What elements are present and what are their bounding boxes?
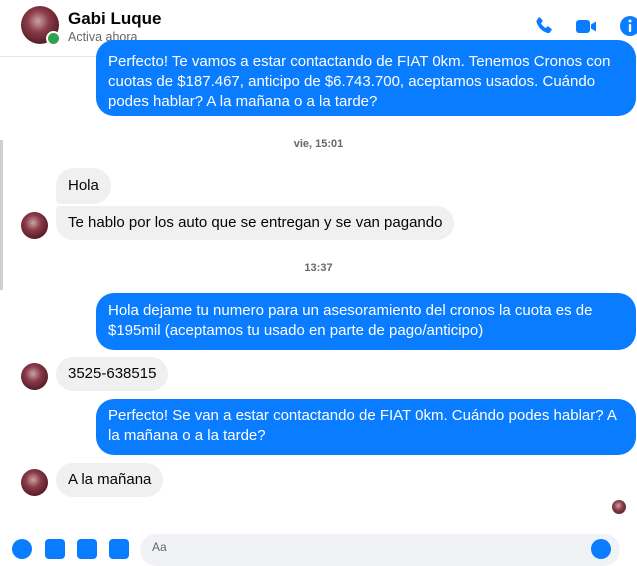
plus-icon[interactable] [12, 539, 32, 559]
online-indicator [46, 31, 61, 46]
image-icon[interactable] [45, 539, 65, 559]
message-incoming[interactable]: Te hablo por los auto que se entregan y … [56, 206, 455, 240]
message-outgoing[interactable]: Perfecto! Te vamos a estar contactando d… [96, 40, 636, 116]
video-icon[interactable] [574, 14, 598, 38]
message-text: 3525-638515 [68, 365, 157, 382]
composer: Aa [0, 530, 637, 566]
message-incoming[interactable]: Hola [56, 168, 111, 204]
phone-icon[interactable] [532, 14, 556, 38]
timestamp: 13:37 [304, 262, 333, 274]
message-text: Hola dejame tu numero para un asesoramie… [108, 302, 593, 339]
message-input-placeholder: Aa [152, 540, 167, 554]
seen-avatar [612, 500, 626, 514]
contact-name[interactable]: Gabi Luque [68, 9, 162, 29]
message-input[interactable] [140, 534, 620, 566]
message-text: A la mañana [68, 471, 152, 488]
contact-avatar-small[interactable] [21, 212, 48, 239]
timestamp: vie, 15:01 [293, 138, 344, 150]
message-outgoing[interactable]: Hola dejame tu numero para un asesoramie… [96, 293, 636, 350]
message-text: Perfecto! Te vamos a estar contactando d… [108, 53, 611, 110]
sticker-icon[interactable] [77, 539, 97, 559]
message-incoming[interactable]: 3525-638515 [56, 357, 169, 391]
gif-icon[interactable] [109, 539, 129, 559]
message-text: Hola [68, 177, 99, 194]
message-outgoing[interactable]: Perfecto! Se van a estar contactando de … [96, 399, 636, 455]
contact-avatar-small[interactable] [21, 363, 48, 390]
contact-avatar-small[interactable] [21, 469, 48, 496]
message-incoming[interactable]: A la mañana [56, 463, 164, 497]
message-text: Perfecto! Se van a estar contactando de … [108, 407, 617, 444]
info-icon[interactable] [618, 14, 637, 38]
emoji-icon[interactable] [591, 539, 611, 559]
message-text: Te hablo por los auto que se entregan y … [68, 214, 443, 231]
